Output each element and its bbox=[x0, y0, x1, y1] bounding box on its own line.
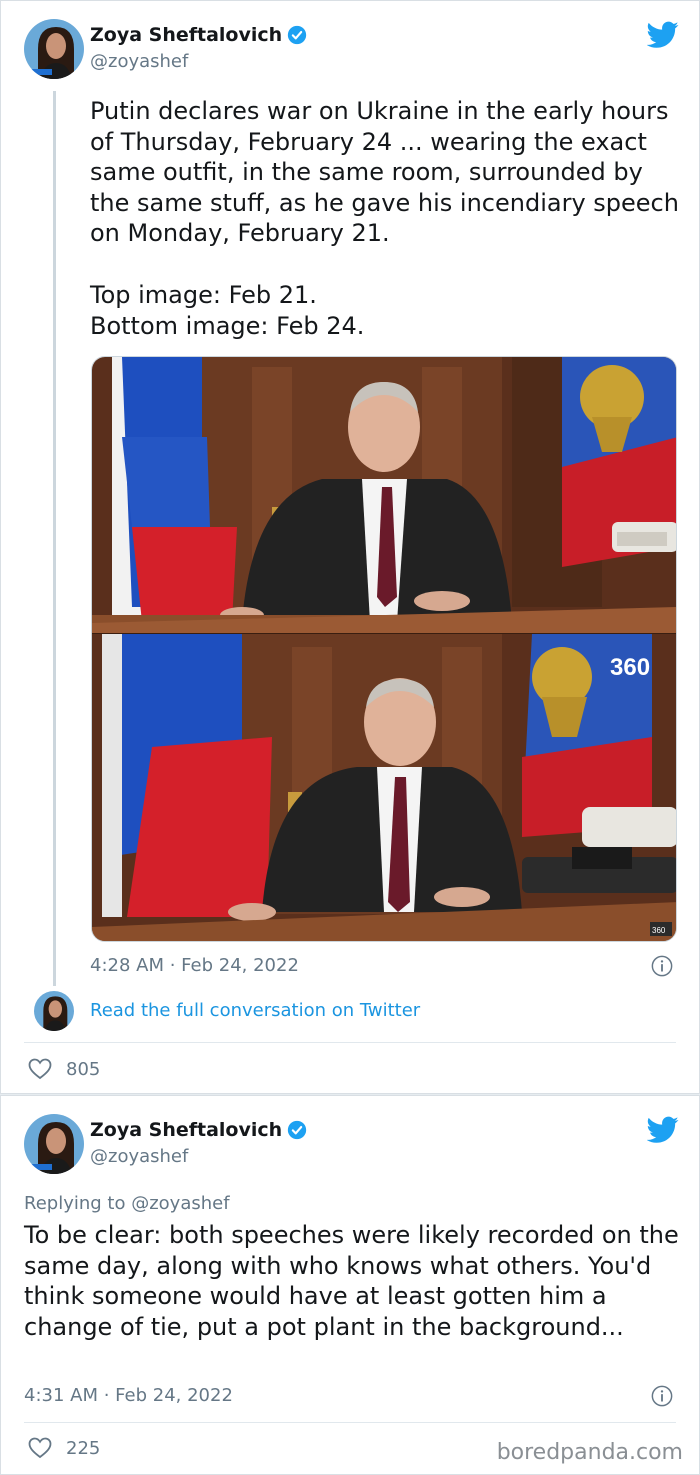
replying-to[interactable]: Replying to @zoyashef bbox=[24, 1193, 230, 1214]
divider bbox=[24, 1042, 676, 1043]
author-handle[interactable]: @zoyashef bbox=[90, 1146, 188, 1167]
author-avatar[interactable] bbox=[24, 1114, 84, 1174]
twitter-bird-icon[interactable] bbox=[647, 21, 679, 49]
heart-icon bbox=[28, 1437, 52, 1459]
info-icon[interactable] bbox=[651, 955, 673, 977]
small-avatar[interactable] bbox=[34, 991, 74, 1031]
tweet-text-paragraph-2: Top image: Feb 21. Bottom image: Feb 24. bbox=[90, 281, 365, 340]
thread-line bbox=[53, 91, 56, 986]
top-image bbox=[92, 357, 676, 633]
twitter-bird-icon[interactable] bbox=[647, 1116, 679, 1144]
watermark: boredpanda.com bbox=[496, 1440, 683, 1465]
author-name[interactable]: Zoya Sheftalovich bbox=[90, 24, 307, 46]
bottom-image: 360 360 bbox=[92, 634, 676, 941]
tweet-timestamp[interactable]: 4:28 AM · Feb 24, 2022 bbox=[90, 955, 299, 976]
like-button[interactable]: 805 bbox=[28, 1058, 100, 1080]
like-count: 225 bbox=[66, 1437, 101, 1459]
read-full-conversation-link[interactable]: Read the full conversation on Twitter bbox=[90, 1000, 420, 1021]
tweet-text: To be clear: both speeches were likely r… bbox=[24, 1221, 679, 1341]
bottom-badge: 360 bbox=[610, 654, 650, 681]
info-icon[interactable] bbox=[651, 1385, 673, 1407]
author-avatar[interactable] bbox=[24, 19, 84, 79]
tweet-card-2: Zoya Sheftalovich @zoyashef Replying to … bbox=[0, 1095, 700, 1475]
like-button[interactable]: 225 bbox=[28, 1437, 100, 1459]
tweet-text-paragraph-1: Putin declares war on Ukraine in the ear… bbox=[90, 97, 679, 248]
tweet-card-1: Zoya Sheftalovich @zoyashef Putin declar… bbox=[0, 0, 700, 1094]
tweet-photo[interactable]: 360 360 bbox=[91, 356, 677, 942]
heart-icon bbox=[28, 1058, 52, 1080]
tweet-timestamp[interactable]: 4:31 AM · Feb 24, 2022 bbox=[24, 1385, 233, 1406]
author-name[interactable]: Zoya Sheftalovich bbox=[90, 1119, 307, 1141]
bottom-corner-badge: 360 bbox=[652, 926, 666, 935]
verified-badge-icon bbox=[288, 1120, 307, 1140]
verified-badge-icon bbox=[288, 25, 307, 45]
divider bbox=[24, 1422, 676, 1423]
like-count: 805 bbox=[66, 1058, 101, 1080]
author-handle[interactable]: @zoyashef bbox=[90, 51, 188, 72]
